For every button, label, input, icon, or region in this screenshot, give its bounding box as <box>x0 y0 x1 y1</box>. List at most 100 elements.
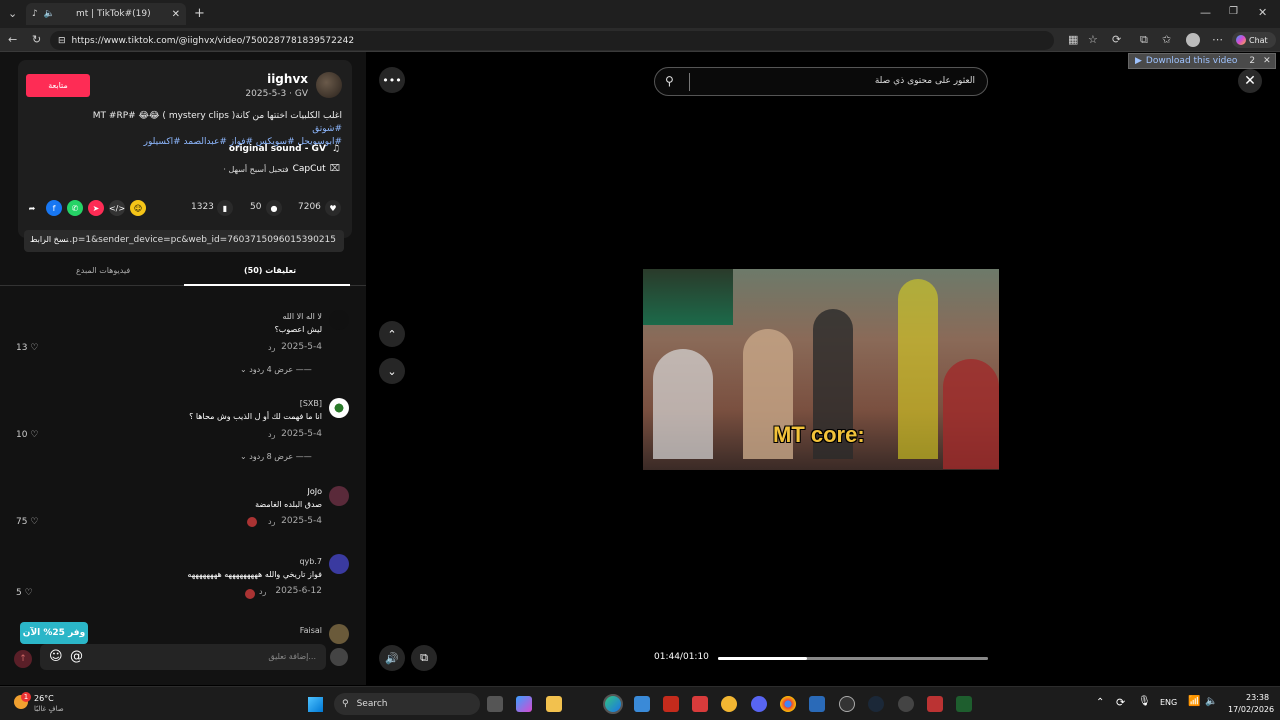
copilot-icon[interactable] <box>516 696 532 712</box>
discord-icon[interactable] <box>751 696 767 712</box>
search-icon[interactable]: ⚲ <box>665 74 674 88</box>
steam-icon[interactable] <box>868 696 884 712</box>
author-avatar[interactable] <box>316 72 342 98</box>
refresh-ext-icon[interactable]: ⟳ <box>1112 34 1121 45</box>
windows-start-icon[interactable] <box>308 697 323 712</box>
close-window-icon[interactable]: ✕ <box>1258 7 1267 18</box>
comment-like-count[interactable]: 5 ♡ <box>16 588 33 598</box>
telegram-icon[interactable]: ➤ <box>88 200 104 216</box>
emoji-icon[interactable]: ☺ <box>49 649 63 664</box>
url-field[interactable]: ⊟ https://www.tiktok.com/@iighvx/video/7… <box>50 31 1054 50</box>
new-tab-icon[interactable]: + <box>194 7 205 20</box>
minimize-icon[interactable]: — <box>1200 7 1211 18</box>
acrobat-icon[interactable] <box>663 696 679 712</box>
commenter-name[interactable]: [SXB] <box>300 399 322 408</box>
close-download-icon[interactable]: ✕ <box>1263 56 1271 66</box>
more-options-button[interactable]: ••• <box>379 67 405 93</box>
commenter-name[interactable]: Faisal <box>300 626 322 635</box>
add-comment-box[interactable]: ☺ @ إضافة تعليق... <box>40 644 326 670</box>
reader-icon[interactable]: ▦ <box>1068 34 1078 45</box>
follow-button[interactable]: متابعة <box>26 74 90 97</box>
reply-button[interactable]: رد <box>259 587 266 596</box>
comment-like-count[interactable]: 10 ♡ <box>16 430 38 440</box>
back-icon[interactable]: ← <box>8 34 17 45</box>
download-video-bar[interactable]: ▶ Download this video 2 ✕ <box>1128 53 1276 69</box>
view-replies-button[interactable]: ⌄ عرض 8 ردود —— <box>240 452 312 461</box>
app-triangle-icon[interactable] <box>927 696 943 712</box>
extensions-icon[interactable]: ⧉ <box>1140 34 1148 45</box>
speaker-icon[interactable]: 🔈 <box>44 9 55 19</box>
search-input[interactable]: العثور على محتوى ذي صلة <box>875 76 975 86</box>
hashtags-line-1[interactable]: #شوتق <box>42 123 342 136</box>
mention-icon[interactable]: @ <box>70 649 83 664</box>
app-window-icon[interactable] <box>809 696 825 712</box>
language-indicator[interactable]: ENG <box>1160 698 1177 707</box>
taskbar-search[interactable]: ⚲ Search <box>334 693 480 715</box>
terminal-icon[interactable] <box>956 696 972 712</box>
bookmark-icon[interactable]: ▮ <box>217 200 233 216</box>
share-arrow-icon[interactable]: ➦ <box>24 200 40 216</box>
sync-icon[interactable]: ⟳ <box>1116 696 1125 709</box>
video-player[interactable]: MT core: <box>643 269 999 470</box>
close-video-button[interactable]: ✕ <box>1238 69 1262 93</box>
capcut-link[interactable]: · فتحبل أسبح أسهل CapCut ⌧ <box>223 164 340 174</box>
tab-list-icon[interactable]: ⌄ <box>8 8 17 19</box>
previous-video-button[interactable]: ⌃ <box>379 321 405 347</box>
file-explorer-icon[interactable] <box>546 696 562 712</box>
tray-expand-icon[interactable]: ⌃ <box>1096 697 1104 708</box>
task-view-icon[interactable] <box>487 696 503 712</box>
reply-button[interactable]: رد <box>268 517 275 526</box>
next-video-button[interactable]: ⌄ <box>379 358 405 384</box>
tab-creator-videos[interactable]: فيديوهات المبدع <box>76 266 130 275</box>
facebook-icon[interactable]: f <box>46 200 62 216</box>
volume-button[interactable]: 🔊 <box>379 645 405 671</box>
commenter-name[interactable]: لا اله الا الله <box>282 312 322 321</box>
tab-comments[interactable]: (50) تعليقات <box>244 266 296 275</box>
commenter-avatar[interactable] <box>329 398 349 418</box>
author-username[interactable]: iighvx <box>267 72 308 86</box>
my-avatar[interactable] <box>330 648 348 666</box>
close-tab-icon[interactable]: ✕ <box>172 9 180 20</box>
wifi-icon[interactable]: 📶 <box>1188 696 1200 707</box>
app-dark-icon[interactable] <box>839 696 855 712</box>
reload-icon[interactable]: ↻ <box>32 34 41 45</box>
commenter-name[interactable]: JoJo <box>307 487 322 496</box>
volume-icon[interactable]: 🔈 <box>1205 696 1217 707</box>
pip-button[interactable]: ⧉ <box>411 645 437 671</box>
comment-like-count[interactable]: 75 ♡ <box>16 517 38 527</box>
app-yellow-icon[interactable] <box>721 696 737 712</box>
app-game-icon[interactable] <box>898 696 914 712</box>
comment-input[interactable]: إضافة تعليق... <box>268 652 316 661</box>
clock-time[interactable]: 23:38 <box>1246 693 1269 702</box>
comment-icon[interactable]: ● <box>266 200 282 216</box>
browser-tab[interactable]: ♪ 🔈 mt | TikTok#(19) ✕ <box>26 3 186 25</box>
site-info-icon[interactable]: ⊟ <box>58 36 66 46</box>
restore-icon[interactable]: ❐ <box>1229 7 1238 17</box>
commenter-avatar[interactable] <box>329 554 349 574</box>
comment-like-count[interactable]: 13 ♡ <box>16 343 38 353</box>
favorite-star-icon[interactable]: ☆ <box>1088 34 1098 45</box>
sound-link[interactable]: original sound - GV ♫ <box>229 144 340 154</box>
commenter-avatar[interactable] <box>329 624 349 644</box>
share-link-text[interactable]: ...p=1&sender_device=pc&web_id=760371509… <box>64 235 336 245</box>
commenter-name[interactable]: qyb.7 <box>299 557 322 566</box>
profile-avatar[interactable] <box>1186 33 1200 47</box>
chat-button[interactable]: Chat <box>1232 32 1276 48</box>
send-comment-button[interactable]: ↑ <box>14 650 32 668</box>
heart-icon[interactable]: ♥ <box>325 200 341 216</box>
commenter-avatar[interactable] <box>329 486 349 506</box>
save-promo-badge[interactable]: وفر 25% الآن <box>20 622 88 644</box>
clock-date[interactable]: 17/02/2026 <box>1228 705 1274 714</box>
copy-link-button[interactable]: نسخ الرابط <box>30 235 68 244</box>
more-menu-icon[interactable]: ⋯ <box>1212 34 1223 45</box>
related-search-bar[interactable]: ⚲ العثور على محتوى ذي صلة <box>654 67 988 96</box>
reply-button[interactable]: رد <box>268 343 275 352</box>
edge-icon[interactable] <box>603 694 623 714</box>
embed-icon[interactable]: </> <box>109 200 125 216</box>
video-progress-bar[interactable] <box>718 657 988 660</box>
whatsapp-icon[interactable]: ✆ <box>67 200 83 216</box>
emoji-share-icon[interactable]: ☺ <box>130 200 146 216</box>
chrome-icon[interactable] <box>780 696 796 712</box>
app-red-icon[interactable] <box>692 696 708 712</box>
microphone-icon[interactable]: 🎙 <box>1138 696 1151 707</box>
